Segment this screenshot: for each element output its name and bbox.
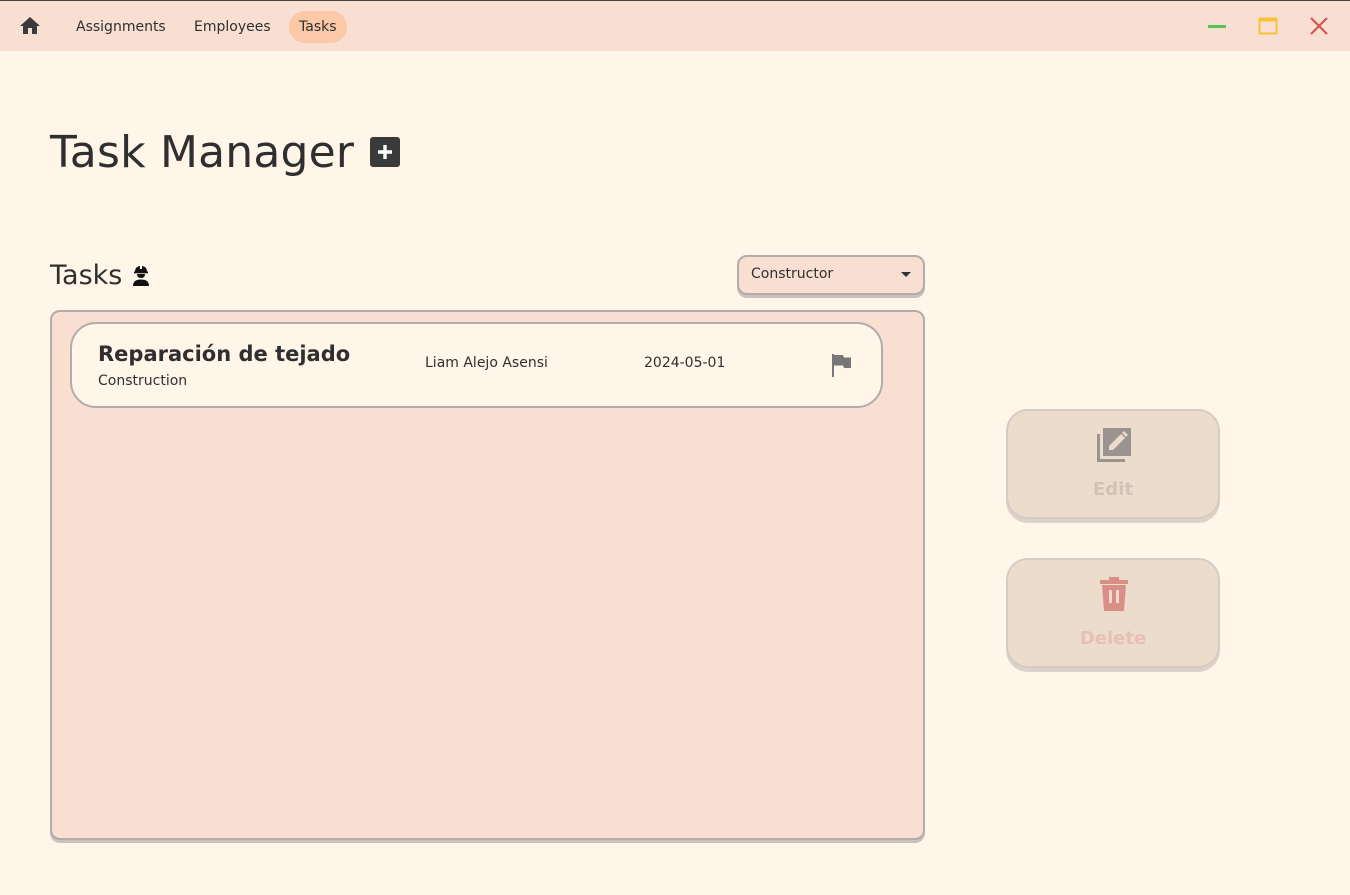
task-name: Reparación de tejado	[98, 342, 351, 366]
minimize-icon	[1208, 25, 1226, 28]
edit-button-label: Edit	[1093, 479, 1133, 500]
task-flag-button[interactable]	[829, 352, 853, 378]
close-icon	[1310, 17, 1328, 35]
nav-tab-tasks[interactable]: Tasks	[289, 11, 347, 43]
maximize-icon	[1258, 17, 1278, 35]
maximize-button[interactable]	[1257, 15, 1279, 37]
top-navigation-bar: Assignments Employees Tasks	[0, 0, 1350, 51]
delete-button-label: Delete	[1079, 628, 1147, 649]
home-button[interactable]	[18, 14, 42, 38]
role-filter-dropdown[interactable]: Constructor	[737, 255, 925, 295]
task-date: 2024-05-01	[644, 355, 726, 371]
flag-icon	[832, 354, 851, 377]
chevron-down-icon	[901, 272, 911, 277]
page-header: Task Manager	[50, 122, 401, 182]
home-icon	[20, 17, 40, 34]
close-button[interactable]	[1308, 15, 1330, 37]
edit-note-icon	[1097, 428, 1131, 462]
minimize-button[interactable]	[1206, 15, 1228, 37]
tasks-section-title: Tasks	[50, 259, 123, 291]
nav-tab-assignments[interactable]: Assignments	[66, 11, 176, 43]
tasks-section-header: Tasks	[50, 256, 151, 294]
construction-worker-icon	[133, 265, 150, 286]
task-assignee: Liam Alejo Asensi	[425, 355, 548, 371]
plus-square-icon	[378, 145, 393, 159]
task-card[interactable]: Reparación de tejado Construction Liam A…	[70, 322, 883, 408]
task-list-panel[interactable]: Reparación de tejado Construction Liam A…	[50, 310, 925, 840]
edit-button[interactable]: Edit	[1006, 409, 1220, 519]
add-task-button[interactable]	[370, 137, 401, 167]
delete-button[interactable]: Delete	[1006, 558, 1220, 668]
page-title: Task Manager	[50, 126, 355, 178]
task-category: Construction	[98, 373, 188, 389]
nav-tab-employees[interactable]: Employees	[184, 11, 281, 43]
dropdown-selected-value: Constructor	[751, 266, 834, 282]
trash-icon	[1100, 577, 1128, 611]
